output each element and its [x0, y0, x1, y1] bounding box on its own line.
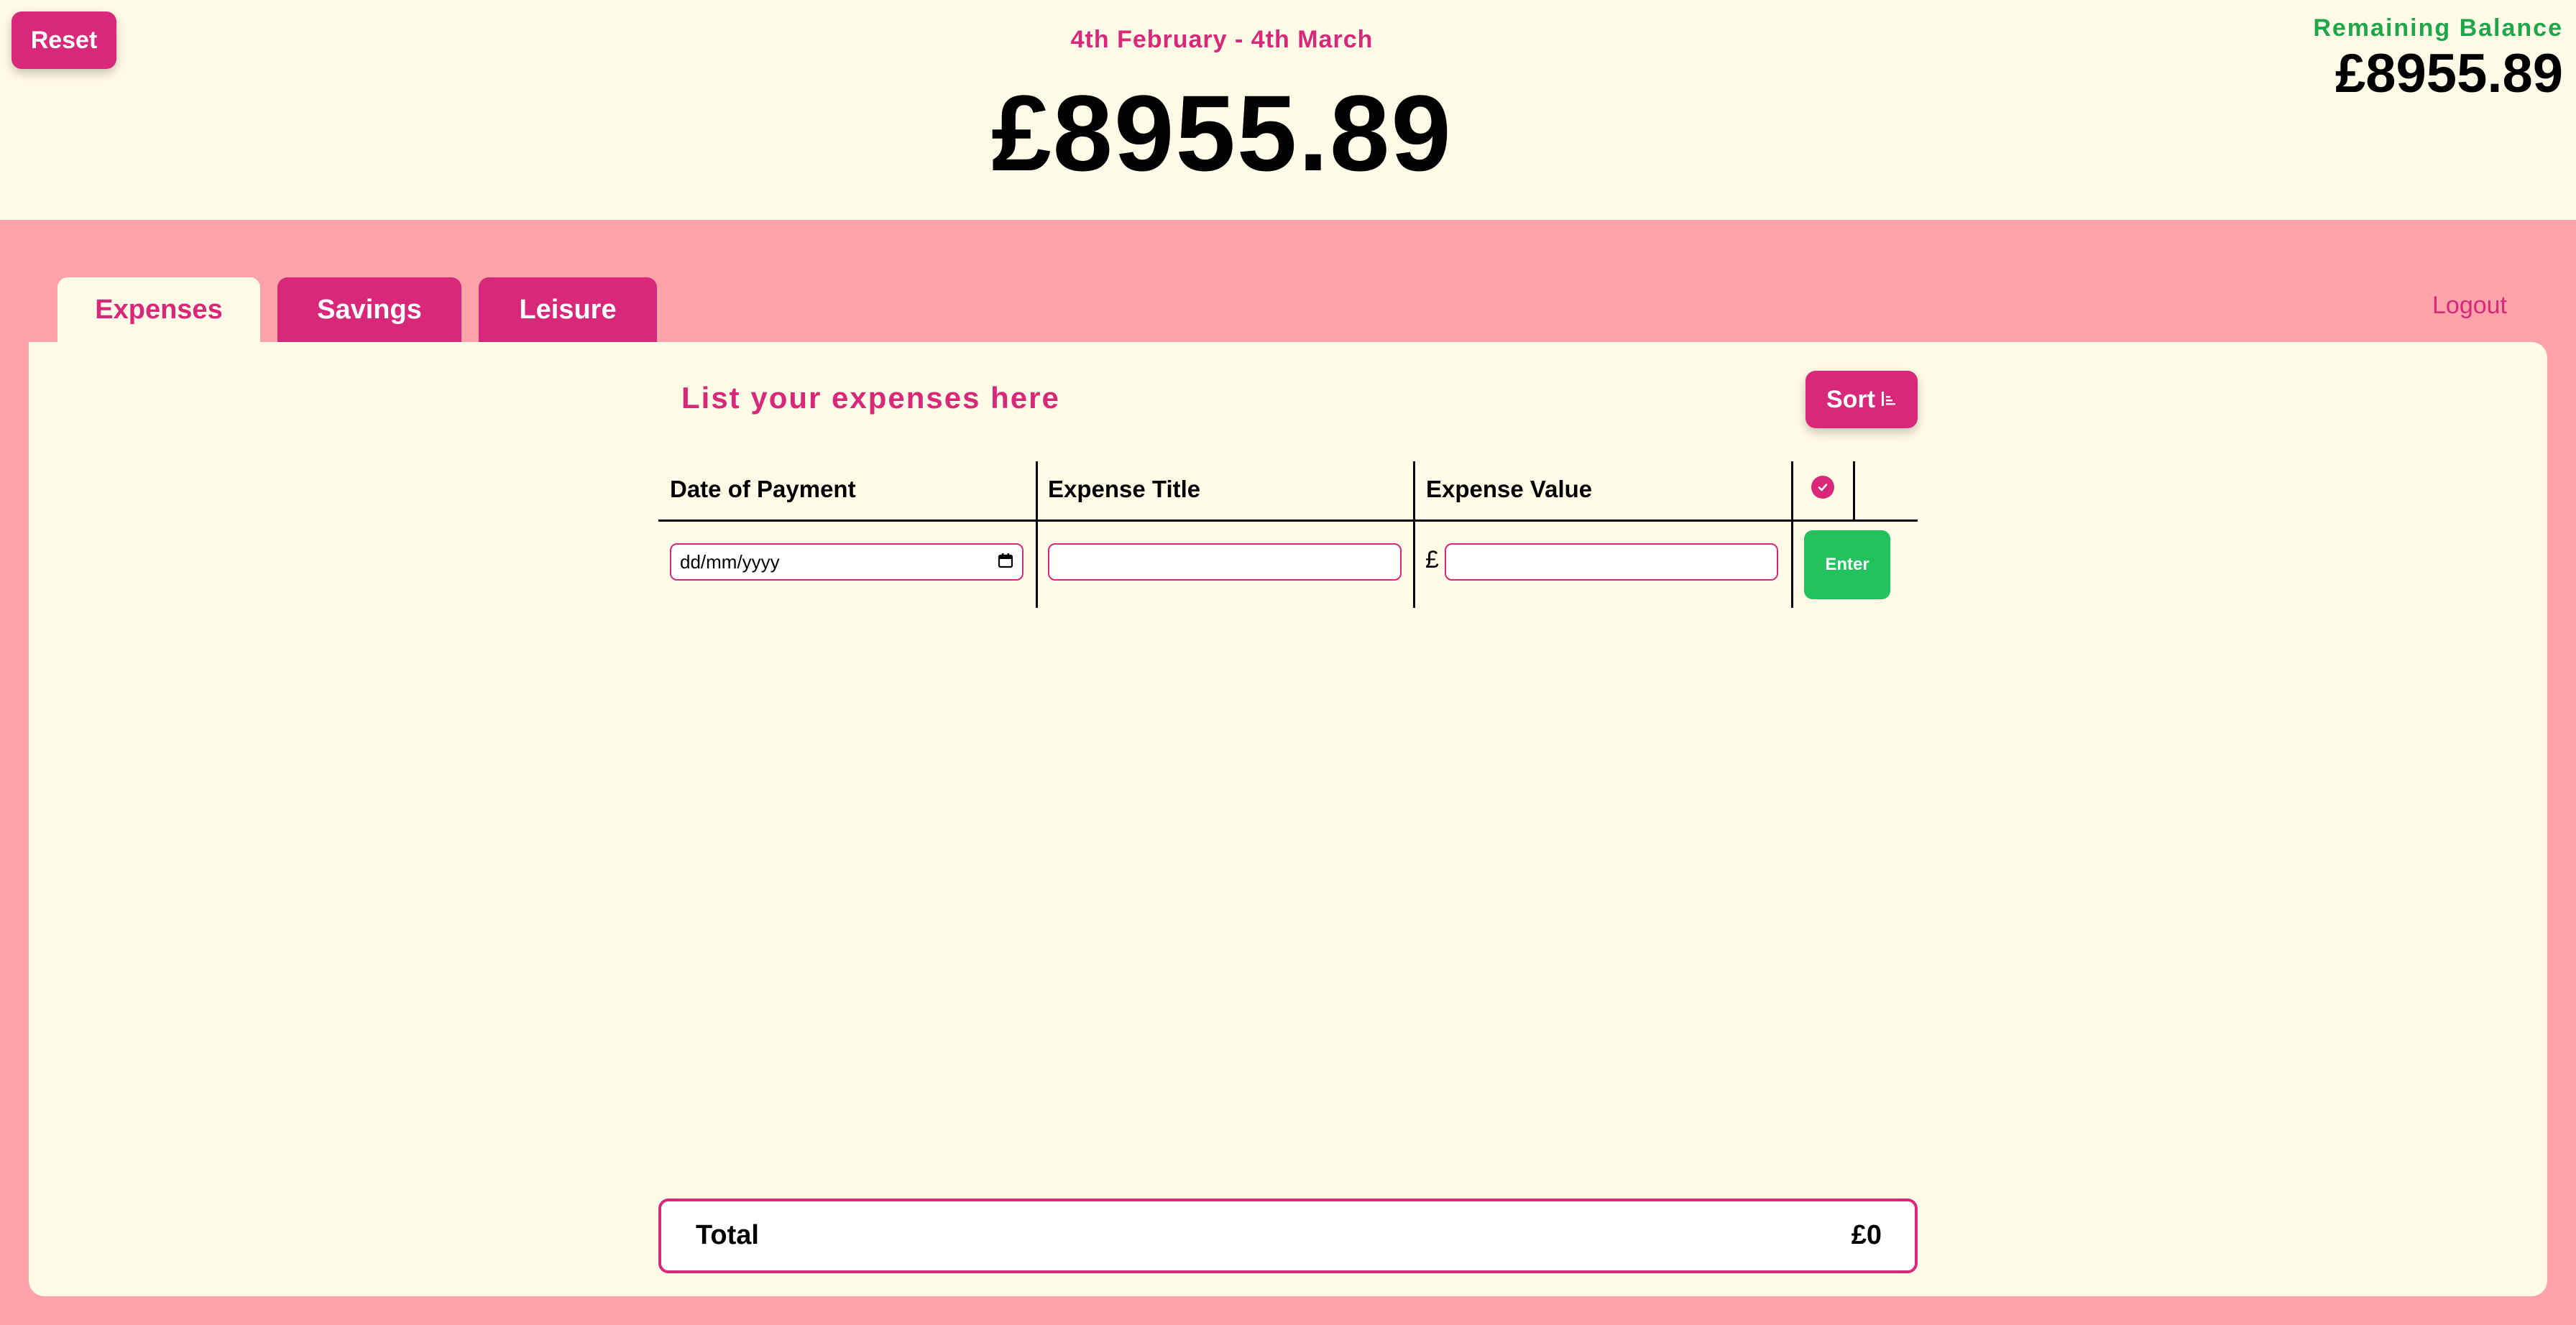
column-header-date: Date of Payment — [670, 476, 856, 502]
currency-symbol: £ — [1425, 546, 1439, 573]
header: Reset 4th February - 4th March £8955.89 … — [0, 0, 2576, 220]
total-label: Total — [696, 1220, 759, 1250]
expenses-panel — [29, 342, 2547, 1296]
date-of-payment-input[interactable]: dd/mm/yyyy — [670, 543, 1024, 581]
sort-ascending-icon — [1881, 386, 1897, 414]
tab-expenses[interactable]: Expenses — [58, 277, 260, 342]
column-divider — [1853, 461, 1855, 520]
check-circle-icon — [1811, 476, 1834, 499]
sort-button-label: Sort — [1826, 385, 1875, 413]
main-balance: £8955.89 — [991, 73, 1453, 193]
logout-link[interactable]: Logout — [2432, 292, 2507, 320]
column-divider — [1791, 461, 1793, 608]
tab-savings[interactable]: Savings — [277, 277, 461, 342]
column-divider — [1036, 461, 1038, 608]
tab-leisure[interactable]: Leisure — [479, 277, 657, 342]
expense-title-input[interactable] — [1048, 543, 1402, 581]
calendar-icon[interactable] — [998, 551, 1013, 573]
sort-button[interactable]: Sort — [1806, 371, 1918, 428]
total-value: £0 — [1851, 1220, 1882, 1250]
table-header-divider — [658, 520, 1918, 522]
column-header-title: Expense Title — [1048, 476, 1201, 502]
total-box — [658, 1199, 1918, 1273]
budget-period: 4th February - 4th March — [1070, 26, 1374, 53]
column-divider — [1413, 461, 1415, 608]
date-placeholder: dd/mm/yyyy — [680, 550, 780, 573]
column-header-value: Expense Value — [1426, 476, 1593, 502]
enter-button[interactable]: Enter — [1804, 530, 1890, 599]
panel-title: List your expenses here — [681, 381, 1060, 415]
expense-value-input[interactable] — [1445, 543, 1778, 581]
remaining-balance-label: Remaining Balance — [2313, 14, 2563, 42]
remaining-balance-value: £8955.89 — [2335, 43, 2563, 104]
